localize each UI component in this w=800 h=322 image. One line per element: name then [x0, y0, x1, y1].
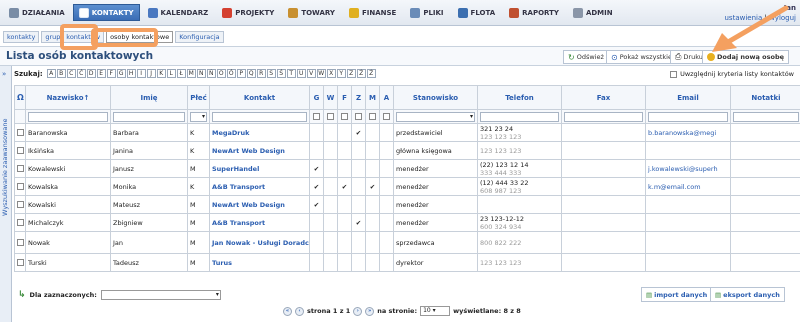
arrow-shaft	[725, 5, 789, 45]
arrow-head	[712, 33, 737, 52]
arrow-annotation	[712, 5, 789, 52]
